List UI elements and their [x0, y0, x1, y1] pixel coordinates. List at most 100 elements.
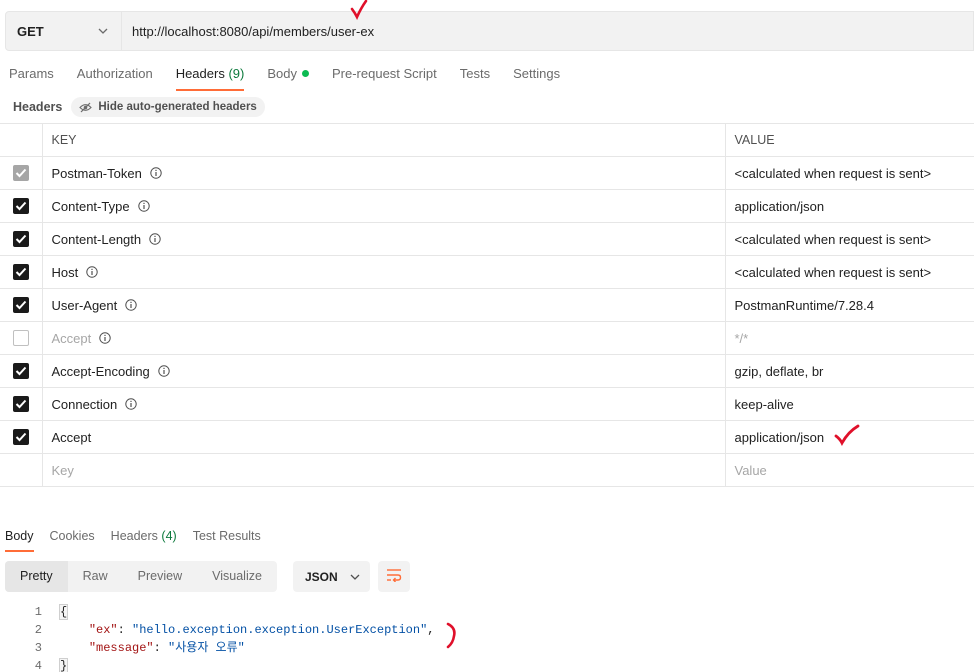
json-value: "사용자 오류"	[168, 641, 245, 655]
table-row-new: Key Value	[0, 453, 974, 487]
url-input[interactable]	[122, 12, 973, 50]
headers-count: (9)	[228, 66, 245, 81]
tab-cookies[interactable]: Cookies	[50, 527, 95, 553]
response-headers-count: (4)	[161, 529, 177, 543]
wrap-lines-button[interactable]	[378, 561, 410, 592]
preview-button[interactable]: Preview	[123, 561, 197, 592]
row-checkbox[interactable]	[12, 363, 29, 380]
header-value[interactable]: keep-alive	[725, 387, 974, 421]
request-url-bar: GET	[5, 11, 974, 51]
annotation-bracket-icon	[446, 622, 456, 649]
header-key[interactable]: Accept	[52, 430, 92, 445]
line-number: 2	[34, 623, 42, 637]
header-key[interactable]: Accept	[52, 331, 92, 346]
format-select[interactable]: JSON	[293, 561, 370, 592]
header-key[interactable]: Postman-Token	[52, 166, 142, 181]
body-status-dot-icon	[301, 70, 309, 77]
header-value[interactable]: <calculated when request is sent>	[725, 156, 974, 190]
line-number: 4	[34, 659, 42, 672]
row-checkbox[interactable]	[12, 396, 29, 413]
column-key: KEY	[42, 123, 726, 157]
info-icon	[137, 199, 150, 212]
tab-pre-request-script[interactable]: Pre-request Script	[332, 62, 437, 92]
pretty-button[interactable]: Pretty	[5, 561, 68, 592]
response-tabs: Body Cookies Headers (4) Test Results	[0, 527, 272, 553]
visualize-button[interactable]: Visualize	[197, 561, 277, 592]
row-checkbox[interactable]	[12, 297, 29, 314]
method-label: GET	[17, 23, 44, 39]
headers-table: KEY VALUE Postman-Token <calculated when…	[0, 123, 974, 487]
format-select-label: JSON	[305, 569, 338, 584]
open-brace: {	[58, 604, 69, 620]
format-button-group: Pretty Raw Preview Visualize	[5, 561, 277, 592]
tab-settings[interactable]: Settings	[513, 62, 560, 92]
header-key[interactable]: Content-Type	[52, 199, 130, 214]
new-value-input[interactable]: Value	[725, 453, 974, 487]
wrap-lines-icon	[386, 568, 402, 585]
json-value: "hello.exception.exception.UserException…	[132, 623, 428, 637]
code-line: 3 "message": "사용자 오류"	[0, 639, 974, 657]
row-checkbox[interactable]	[12, 429, 29, 446]
code-line: 4 }	[0, 657, 974, 672]
headers-subheader: Headers Hide auto-generated headers	[13, 97, 265, 117]
code-line: 2 "ex": "hello.exception.exception.UserE…	[0, 621, 974, 639]
table-row: Postman-Token <calculated when request i…	[0, 156, 974, 190]
close-brace: }	[58, 658, 69, 672]
hide-auto-headers-button[interactable]: Hide auto-generated headers	[71, 97, 265, 117]
header-key[interactable]: User-Agent	[52, 298, 118, 313]
annotation-checkmark-icon	[834, 424, 860, 446]
info-icon	[150, 166, 162, 179]
tab-response-body[interactable]: Body	[5, 527, 34, 553]
row-checkbox[interactable]	[12, 165, 29, 182]
new-key-input[interactable]: Key	[42, 453, 726, 487]
tab-test-results[interactable]: Test Results	[193, 527, 261, 553]
json-key: "ex"	[88, 623, 118, 637]
header-value[interactable]: PostmanRuntime/7.28.4	[725, 288, 974, 322]
header-value[interactable]: <calculated when request is sent>	[725, 255, 974, 289]
response-body-editor[interactable]: 1 { 2 "ex": "hello.exception.exception.U…	[0, 603, 974, 672]
row-checkbox[interactable]	[12, 198, 29, 215]
request-tabs: Params Authorization Headers (9) Body Pr…	[0, 62, 574, 92]
hide-auto-headers-label: Hide auto-generated headers	[98, 101, 257, 113]
chevron-down-icon	[350, 574, 360, 580]
table-row: Content-Length <calculated when request …	[0, 222, 974, 256]
info-icon	[149, 232, 161, 245]
header-key[interactable]: Host	[52, 265, 79, 280]
headers-title: Headers	[13, 100, 63, 114]
table-header-row: KEY VALUE	[0, 123, 974, 157]
tab-authorization[interactable]: Authorization	[77, 62, 153, 92]
table-row: Accept application/json	[0, 420, 974, 454]
table-row: Host <calculated when request is sent>	[0, 255, 974, 289]
eye-slash-icon	[79, 101, 93, 114]
tab-headers[interactable]: Headers (9)	[175, 62, 245, 92]
header-value[interactable]: */*	[725, 321, 974, 355]
tab-tests[interactable]: Tests	[460, 62, 490, 92]
row-checkbox[interactable]	[12, 231, 29, 248]
method-select[interactable]: GET	[6, 12, 122, 50]
table-row: Accept */*	[0, 321, 974, 355]
table-row: Content-Type application/json	[0, 189, 974, 223]
raw-button[interactable]: Raw	[68, 561, 123, 592]
line-number: 1	[34, 605, 42, 619]
info-icon	[99, 331, 111, 344]
annotation-checkmark-icon	[350, 0, 368, 20]
chevron-down-icon	[96, 24, 110, 38]
table-row: User-Agent PostmanRuntime/7.28.4	[0, 288, 974, 322]
json-key: "message"	[88, 641, 154, 655]
row-checkbox[interactable]	[12, 330, 29, 347]
header-value[interactable]: gzip, deflate, br	[725, 354, 974, 388]
header-key[interactable]: Content-Length	[52, 232, 142, 247]
header-key[interactable]: Connection	[52, 397, 118, 412]
header-key[interactable]: Accept-Encoding	[52, 364, 150, 379]
header-value[interactable]: <calculated when request is sent>	[725, 222, 974, 256]
tab-response-headers[interactable]: Headers (4)	[111, 527, 177, 553]
column-value: VALUE	[725, 123, 974, 157]
table-row: Connection keep-alive	[0, 387, 974, 421]
info-icon	[125, 298, 137, 311]
header-value[interactable]: application/json	[735, 430, 825, 445]
tab-body[interactable]: Body	[267, 62, 309, 92]
tab-params[interactable]: Params	[9, 62, 54, 92]
header-value[interactable]: application/json	[725, 189, 974, 223]
table-row: Accept-Encoding gzip, deflate, br	[0, 354, 974, 388]
row-checkbox[interactable]	[12, 264, 29, 281]
